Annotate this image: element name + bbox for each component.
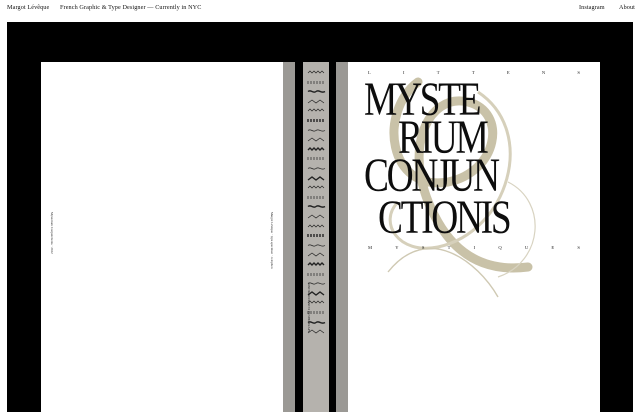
stitch-pattern-row [307,166,326,171]
title-line-3: CONJUN [364,149,500,202]
stitch-pattern-row [307,195,326,200]
spine-title: MYSTERIUM CONJUNCTIONIS [307,282,311,333]
stitch-pattern-row [307,108,326,113]
stitch-pattern-row [307,175,326,181]
stitch-pattern-row [307,80,326,85]
stitch-pattern-row [307,70,326,75]
bottom-letter: S [577,245,580,250]
book-spine-stitch-specimen [303,62,329,412]
bottom-letter: E [551,245,555,250]
bottom-letter: S [421,245,425,250]
stitch-pattern-row [307,233,326,238]
stitch-pattern-row [307,252,326,257]
top-letter: E [506,70,510,75]
stitch-pattern-row [307,99,326,104]
bottom-spaced-letters: MYSTIQUES [368,245,580,250]
bottom-letter: Y [395,245,399,250]
nav-instagram-link[interactable]: Instagram [579,4,605,11]
bottom-letter: T [447,245,451,250]
stitch-pattern-row [307,272,326,277]
site-header: Margot Lévêque French Graphic & Type Des… [0,0,640,22]
bottom-letter: I [473,245,476,250]
stitch-pattern-row [307,118,326,123]
stitch-pattern-row [307,146,326,152]
stitch-pattern-row [307,185,326,190]
stitch-pattern-row [307,156,326,161]
stitch-pattern-row [307,224,326,229]
stitch-pattern-row [307,262,326,267]
stitch-pattern-row [307,243,326,248]
bottom-letter: M [368,245,373,250]
top-letter: N [541,70,546,75]
stitch-pattern-row [307,204,326,209]
designer-name-link[interactable]: Margot Lévêque [7,4,49,11]
left-page-caption: Mysterium Conjunctionis · 2022 [50,212,54,254]
nav-about-link[interactable]: About [619,4,635,11]
book-gutter-left [283,62,295,412]
stitch-pattern-row [307,128,326,133]
stitch-pattern-row [307,137,326,142]
project-image-stage[interactable]: Mysterium Conjunctionis · 2022 Margot Lé… [7,22,633,412]
title-line-4: CTIONIS [378,191,512,244]
book-gutter-right [336,62,348,412]
stitch-pattern-row [307,89,326,94]
stitch-pattern-row [307,214,326,219]
book-right-page: LITTENS MYSTE RIUM CONJUN CTIONIS MYSTIQ… [348,62,600,412]
left-page-colophon: Margot Lévêque · type specimen · colopho… [270,212,274,269]
book-left-page: Mysterium Conjunctionis · 2022 Margot Lé… [41,62,283,412]
bottom-letter: U [524,245,529,250]
bottom-letter: Q [498,245,502,250]
designer-tagline: French Graphic & Type Designer — Current… [60,4,202,11]
top-letter: S [577,70,580,75]
